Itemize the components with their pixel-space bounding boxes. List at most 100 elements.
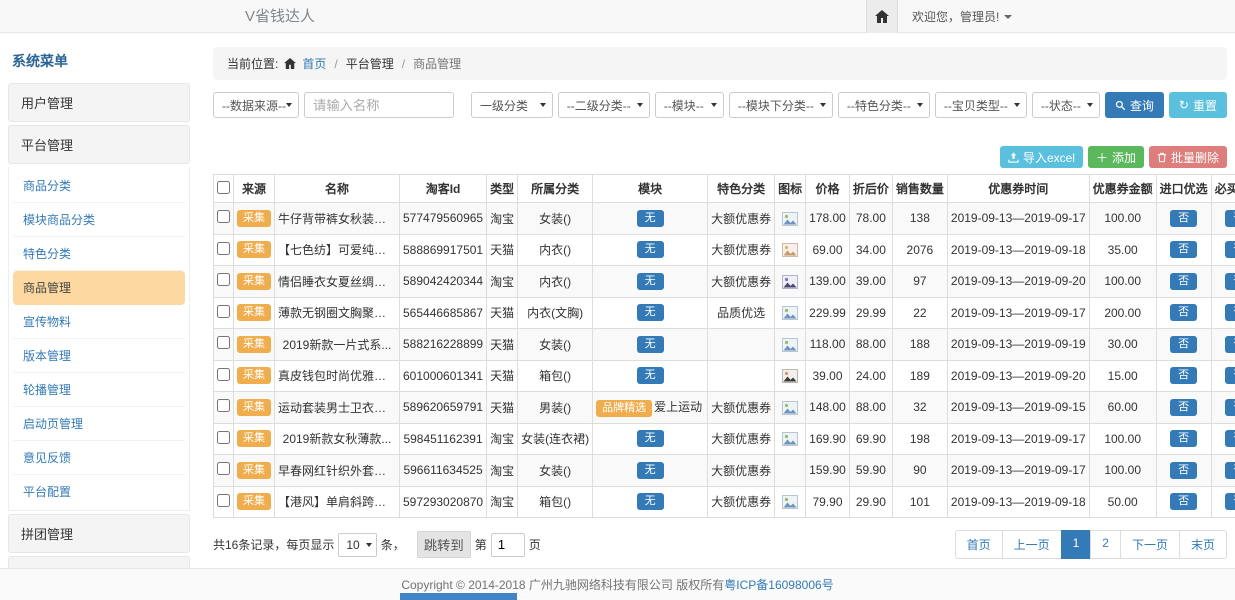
breadcrumb-home-link[interactable]: 首页 <box>302 55 326 72</box>
row-checkbox[interactable] <box>217 399 230 412</box>
row-checkbox[interactable] <box>217 494 230 507</box>
must-buy-toggle[interactable]: 否 <box>1225 336 1235 353</box>
sidebar-item-feedback[interactable]: 意见反馈 <box>13 441 185 475</box>
sidebar-item-goods-category[interactable]: 商品分类 <box>13 169 185 203</box>
must-buy-toggle[interactable]: 否 <box>1225 399 1235 416</box>
import-toggle[interactable]: 否 <box>1170 493 1197 510</box>
breadcrumb-separator: / <box>332 57 339 71</box>
module-sub-select[interactable]: --模块下分类-- <box>729 92 833 118</box>
taoke-id: 588869917501 <box>400 234 487 266</box>
table-row: 采集 【七色纺】可爱纯棉家... 588869917501 天猫 内衣() 无 … <box>214 234 1235 266</box>
goods-name: 2019新款一片式系... <box>278 336 396 353</box>
must-buy-toggle[interactable]: 否 <box>1225 430 1235 447</box>
must-buy-toggle[interactable]: 否 <box>1225 462 1235 479</box>
reset-button[interactable]: ↻ 重置 <box>1169 92 1227 118</box>
row-checkbox[interactable] <box>217 273 230 286</box>
sidebar-item-version-mgmt[interactable]: 版本管理 <box>13 339 185 373</box>
source-badge: 采集 <box>237 430 271 447</box>
name-search-input[interactable] <box>304 92 454 118</box>
app-title: V省钱达人 <box>245 0 315 33</box>
page-number-input[interactable] <box>491 533 525 557</box>
row-checkbox[interactable] <box>217 462 230 475</box>
sidebar-item-platform-config[interactable]: 平台配置 <box>13 475 185 508</box>
must-buy-toggle[interactable]: 否 <box>1225 493 1235 510</box>
import-toggle[interactable]: 否 <box>1170 399 1197 416</box>
import-toggle[interactable]: 否 <box>1170 241 1197 258</box>
sidebar-item-goods-mgmt-active[interactable]: 商品管理 <box>13 271 185 305</box>
home-button[interactable] <box>866 0 898 33</box>
feature-category: 大额优惠券 <box>708 455 775 487</box>
import-toggle[interactable]: 否 <box>1170 462 1197 479</box>
status-select[interactable]: --状态-- <box>1032 92 1100 118</box>
sidebar-item-carousel-mgmt[interactable]: 轮播管理 <box>13 373 185 407</box>
page-1-button[interactable]: 1 <box>1061 530 1092 559</box>
last-page-button[interactable]: 末页 <box>1179 530 1227 559</box>
import-toggle[interactable]: 否 <box>1170 367 1197 384</box>
row-checkbox[interactable] <box>217 336 230 349</box>
module-none-badge[interactable]: 无 <box>637 367 664 384</box>
item-type-select[interactable]: --宝贝类型-- <box>935 92 1027 118</box>
select-all-checkbox[interactable] <box>217 181 230 194</box>
sidebar-item-module-goods-category[interactable]: 模块商品分类 <box>13 203 185 237</box>
batch-delete-button[interactable]: 批量删除 <box>1149 146 1227 168</box>
col-taoke-id: 淘客Id <box>400 175 487 203</box>
row-checkbox[interactable] <box>217 368 230 381</box>
add-button[interactable]: ＋ 添加 <box>1088 146 1144 168</box>
page-2-button[interactable]: 2 <box>1090 530 1121 559</box>
per-page-select[interactable]: 10 <box>338 533 376 557</box>
row-checkbox[interactable] <box>217 242 230 255</box>
topbar-right: 欢迎您，管理员! <box>866 0 1026 33</box>
import-toggle[interactable]: 否 <box>1170 304 1197 321</box>
price: 229.99 <box>806 297 850 329</box>
must-buy-toggle[interactable]: 否 <box>1225 304 1235 321</box>
user-menu[interactable]: 欢迎您，管理员! <box>898 0 1026 33</box>
must-buy-toggle[interactable]: 否 <box>1225 367 1235 384</box>
must-buy-toggle[interactable]: 否 <box>1225 210 1235 227</box>
sidebar-item-user-mgmt[interactable]: 用户管理 <box>8 83 190 122</box>
jump-button[interactable]: 跳转到 <box>417 531 471 558</box>
module-none-badge[interactable]: 无 <box>637 336 664 353</box>
price: 159.90 <box>806 455 850 487</box>
module-none-badge[interactable]: 无 <box>637 273 664 290</box>
import-excel-button[interactable]: 导入excel <box>1000 146 1083 168</box>
module-select[interactable]: --模块-- <box>655 92 724 118</box>
module-none-badge[interactable]: 无 <box>637 304 664 321</box>
feature-category-select[interactable]: --特色分类-- <box>838 92 930 118</box>
row-checkbox[interactable] <box>217 431 230 444</box>
first-page-button[interactable]: 首页 <box>955 530 1003 559</box>
sidebar-item-feature-category[interactable]: 特色分类 <box>13 237 185 271</box>
import-toggle[interactable]: 否 <box>1170 273 1197 290</box>
module-none-badge[interactable]: 无 <box>637 430 664 447</box>
import-toggle[interactable]: 否 <box>1170 210 1197 227</box>
import-toggle[interactable]: 否 <box>1170 336 1197 353</box>
sales-count: 138 <box>892 203 947 235</box>
module-none-badge[interactable]: 无 <box>637 210 664 227</box>
discount-price: 88.00 <box>849 392 892 424</box>
row-checkbox[interactable] <box>217 305 230 318</box>
goods-category: 内衣() <box>518 234 593 266</box>
sidebar-item-platform-mgmt[interactable]: 平台管理 <box>8 125 190 164</box>
search-button[interactable]: 查询 <box>1105 92 1164 118</box>
next-page-button[interactable]: 下一页 <box>1120 530 1180 559</box>
category-level1-select[interactable]: 一级分类 <box>471 92 553 118</box>
data-source-select[interactable]: --数据来源-- <box>213 92 299 118</box>
import-toggle[interactable]: 否 <box>1170 430 1197 447</box>
sidebar-item-splash-mgmt[interactable]: 启动页管理 <box>13 407 185 441</box>
icp-link[interactable]: 粤ICP备16098006号 <box>724 576 833 593</box>
chevron-down-icon <box>917 103 923 107</box>
table-row: 采集 运动套装男士卫衣初秋... 589620659791 天猫 男装() 品牌… <box>214 392 1235 424</box>
goods-category: 女装() <box>518 455 593 487</box>
sidebar-item-promo-material[interactable]: 宣传物料 <box>13 305 185 339</box>
sidebar-item-group-buy-mgmt[interactable]: 拼团管理 <box>8 514 190 553</box>
must-buy-toggle[interactable]: 否 <box>1225 273 1235 290</box>
source-badge: 采集 <box>237 241 271 258</box>
sidebar-submenu-platform: 商品分类 模块商品分类 特色分类 商品管理 宣传物料 版本管理 轮播管理 启动页… <box>8 167 190 511</box>
must-buy-toggle[interactable]: 否 <box>1225 241 1235 258</box>
row-checkbox[interactable] <box>217 210 230 223</box>
module-none-badge[interactable]: 无 <box>637 462 664 479</box>
module-none-badge[interactable]: 无 <box>637 241 664 258</box>
prev-page-button[interactable]: 上一页 <box>1002 530 1062 559</box>
category-level2-select[interactable]: --二级分类-- <box>558 92 650 118</box>
module-none-badge[interactable]: 无 <box>637 493 664 510</box>
breadcrumb-separator: / <box>400 57 407 71</box>
